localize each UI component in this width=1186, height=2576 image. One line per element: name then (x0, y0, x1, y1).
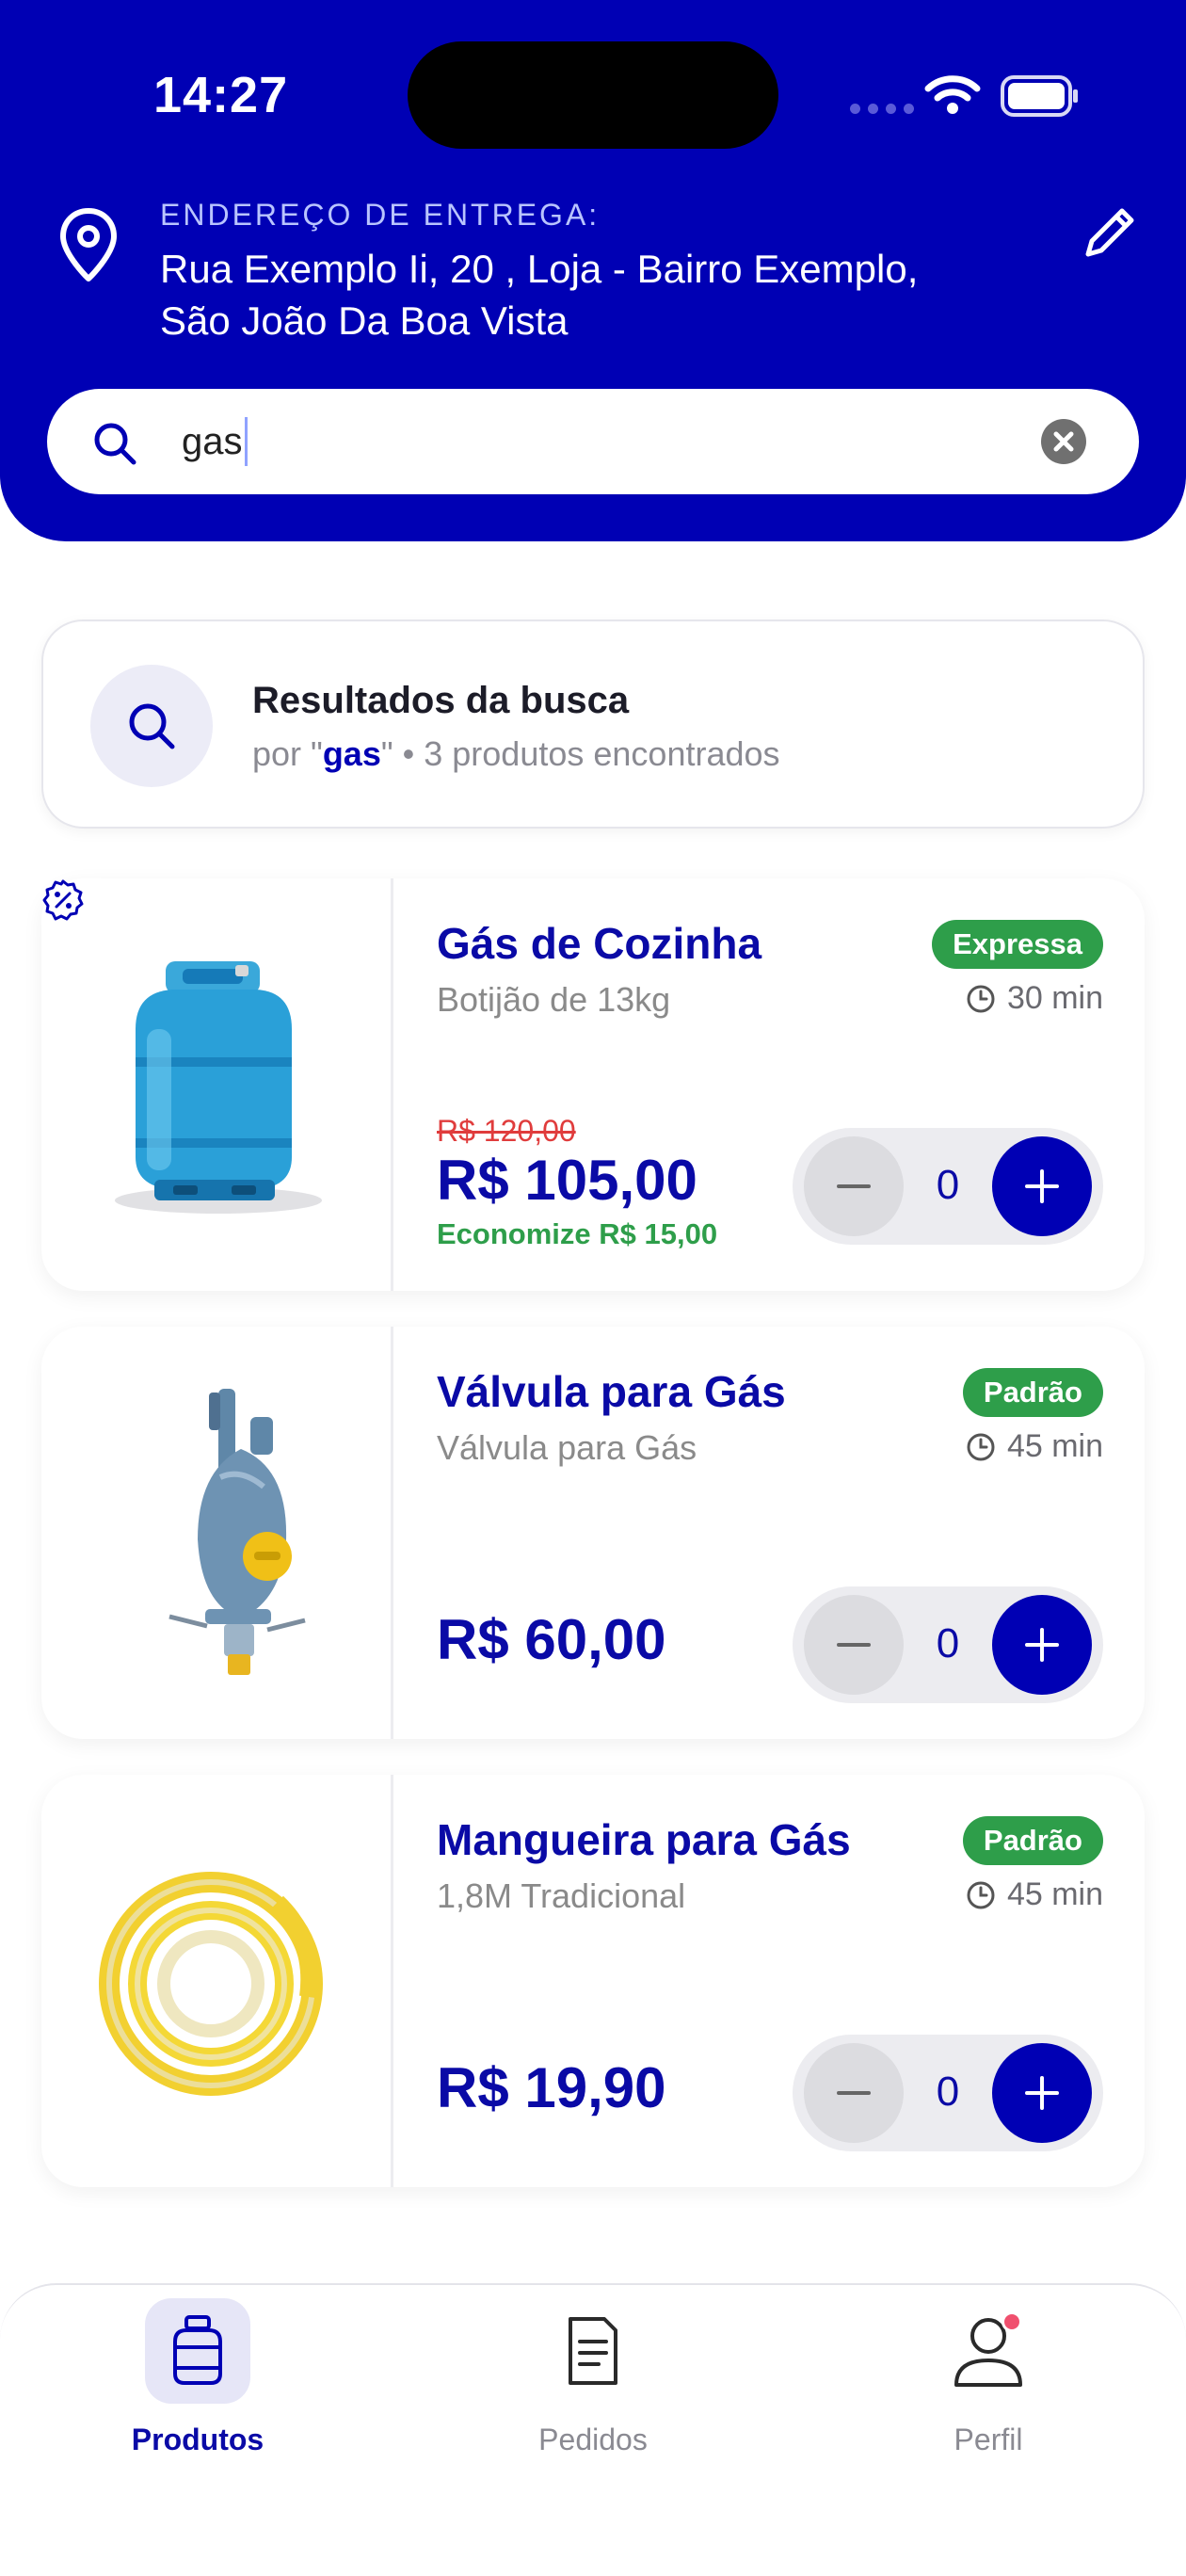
clear-icon[interactable] (1040, 418, 1087, 465)
address-label: ENDEREÇO DE ENTREGA: (160, 198, 601, 232)
results-count: 3 produtos encontrados (424, 734, 780, 773)
increase-button[interactable] (992, 1136, 1092, 1236)
product-description: Botijão de 13kg (437, 980, 671, 1019)
old-price: R$ 120,00 (437, 1114, 576, 1148)
header: 14:27 ENDEREÇO DE ENTREGA: Rua Exemplo I… (0, 0, 1186, 541)
product-description: 1,8M Tradicional (437, 1876, 686, 1915)
user-icon (936, 2298, 1041, 2404)
search-bar[interactable]: gas (47, 389, 1139, 494)
quantity-stepper: 0 (793, 1586, 1103, 1703)
results-close-quote: " (380, 734, 393, 773)
delivery-time-text: 45 min (1006, 1876, 1103, 1912)
signal-icon (850, 104, 914, 114)
plus-icon (1025, 2076, 1059, 2110)
results-by-text: por " (252, 734, 323, 773)
delivery-badge: Padrão (962, 1368, 1103, 1417)
edit-pencil-icon[interactable] (1081, 205, 1137, 262)
clock-icon (967, 985, 995, 1012)
product-price: R$ 19,90 (437, 2056, 666, 2119)
nav-label: Pedidos (538, 2423, 648, 2456)
product-image-gas-valve (41, 1327, 393, 1739)
delivery-time: 30 min (966, 980, 1103, 1017)
clock-icon (967, 1433, 995, 1460)
product-image-gas-hose (41, 1775, 393, 2187)
results-subtitle: por "gas" • 3 produtos encontrados (252, 734, 780, 774)
delivery-badge: Padrão (962, 1816, 1103, 1865)
search-results-card: Resultados da busca por "gas" • 3 produt… (41, 620, 1145, 829)
decrease-button[interactable] (804, 1595, 904, 1695)
product-image-gas-cylinder (41, 878, 393, 1291)
nav-label: Produtos (131, 2423, 264, 2456)
delivery-time-text: 45 min (1006, 1428, 1103, 1464)
search-icon (129, 703, 175, 749)
text-caret (245, 417, 248, 466)
savings-text: Economize R$ 15,00 (437, 1217, 718, 1250)
product-name: Gás de Cozinha (437, 919, 762, 968)
quantity-value: 0 (936, 1620, 960, 1666)
bottom-navigation: Produtos Pedidos Perfil (0, 2283, 1186, 2576)
quantity-stepper: 0 (793, 2035, 1103, 2151)
minus-icon (837, 1643, 871, 1647)
results-separator: • (393, 734, 425, 773)
address-line-2: São João Da Boa Vista (160, 298, 569, 343)
nav-item-perfil[interactable]: Perfil (847, 2285, 1130, 2457)
plus-icon (1025, 1628, 1059, 1662)
product-name: Válvula para Gás (437, 1367, 786, 1416)
dynamic-island (408, 41, 778, 149)
delivery-time-text: 30 min (1006, 980, 1103, 1016)
results-title: Resultados da busca (252, 680, 630, 721)
notification-dot (1002, 2311, 1022, 2332)
minus-icon (837, 1184, 871, 1188)
results-search-icon-wrap (90, 665, 213, 787)
decrease-button[interactable] (804, 1136, 904, 1236)
discount-icon (42, 879, 84, 921)
product-card[interactable]: Válvula para Gás Válvula para Gás Padrão… (41, 1327, 1145, 1739)
search-input[interactable]: gas (182, 421, 243, 463)
battery-icon (1001, 75, 1078, 117)
quantity-stepper: 0 (793, 1128, 1103, 1245)
nav-item-pedidos[interactable]: Pedidos (452, 2285, 734, 2457)
product-card[interactable]: Gás de Cozinha Botijão de 13kg Expressa … (41, 878, 1145, 1291)
product-card[interactable]: Mangueira para Gás 1,8M Tradicional Padr… (41, 1775, 1145, 2187)
minus-icon (837, 2091, 871, 2095)
increase-button[interactable] (992, 1595, 1092, 1695)
increase-button[interactable] (992, 2043, 1092, 2143)
product-name: Mangueira para Gás (437, 1815, 851, 1864)
address-line-1: Rua Exemplo Ii, 20 , Loja - Bairro Exemp… (160, 247, 919, 291)
nav-label: Perfil (954, 2423, 1023, 2456)
decrease-button[interactable] (804, 2043, 904, 2143)
results-query: gas (322, 734, 381, 773)
search-icon (94, 423, 136, 465)
product-price: R$ 60,00 (437, 1608, 666, 1671)
product-price: R$ 105,00 (437, 1149, 697, 1212)
wifi-icon (924, 75, 981, 114)
nav-item-produtos[interactable]: Produtos (56, 2285, 339, 2457)
delivery-time: 45 min (966, 1428, 1103, 1465)
location-pin-icon (60, 208, 117, 282)
clock-icon (967, 1881, 995, 1908)
gas-cylinder-icon (145, 2298, 250, 2404)
quantity-value: 0 (936, 2069, 960, 2115)
product-description: Válvula para Gás (437, 1428, 697, 1467)
delivery-badge: Expressa (932, 920, 1103, 969)
delivery-time: 45 min (966, 1876, 1103, 1913)
status-time: 14:27 (153, 67, 289, 123)
quantity-value: 0 (936, 1162, 960, 1208)
document-icon (540, 2298, 646, 2404)
plus-icon (1025, 1169, 1059, 1203)
